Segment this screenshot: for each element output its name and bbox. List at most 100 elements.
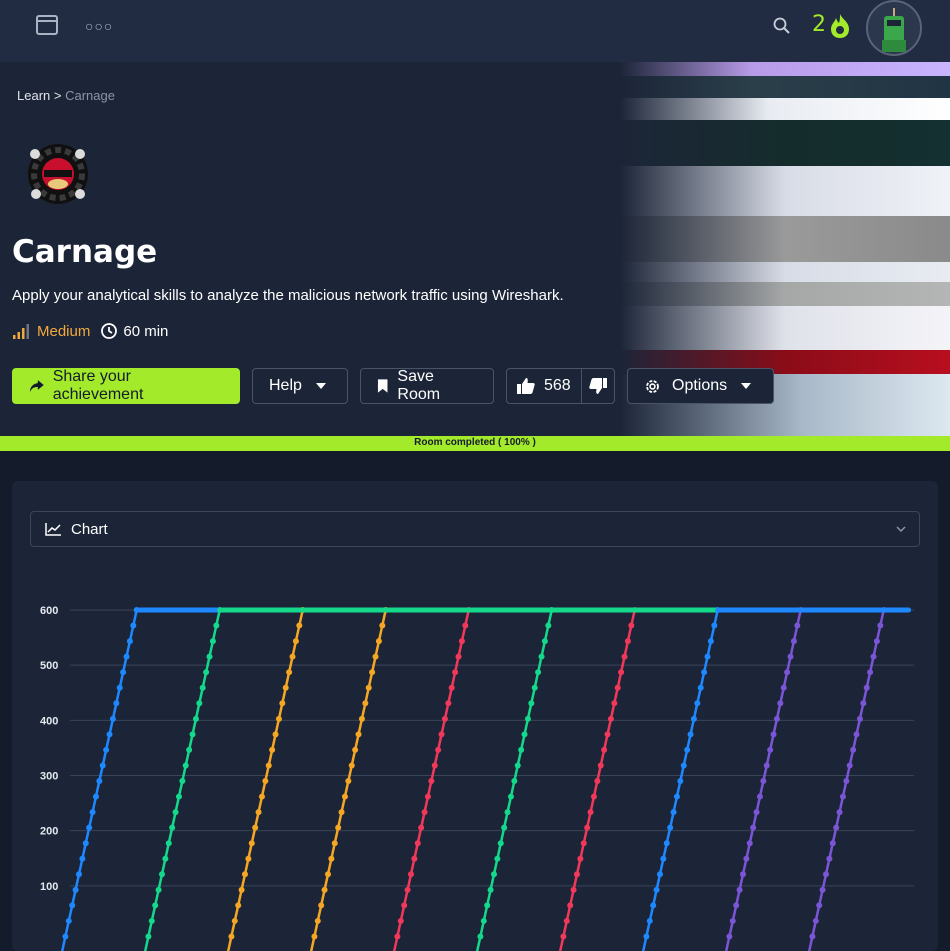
- data-point: [577, 855, 584, 862]
- breadcrumb-learn[interactable]: Learn: [17, 88, 50, 103]
- data-point: [394, 933, 401, 940]
- data-point: [252, 824, 259, 831]
- data-point: [677, 778, 684, 785]
- chevron-down-icon: [896, 526, 906, 533]
- data-point: [594, 778, 601, 785]
- data-point: [372, 653, 379, 660]
- upvote-button[interactable]: 568: [507, 369, 582, 403]
- data-point: [624, 638, 631, 645]
- data-point: [123, 653, 130, 660]
- options-button[interactable]: Options: [627, 368, 774, 404]
- data-point: [445, 700, 452, 707]
- data-point: [541, 638, 548, 645]
- data-point: [587, 809, 594, 816]
- data-point: [646, 917, 653, 924]
- room-logo-icon: [28, 144, 88, 204]
- data-point: [573, 871, 580, 878]
- data-point: [275, 715, 282, 722]
- duration-label: 60 min: [123, 322, 169, 340]
- data-point: [743, 855, 750, 862]
- data-point: [116, 684, 123, 691]
- line-chart: 100 200 300 400 500 600: [40, 605, 914, 951]
- data-point: [172, 809, 179, 816]
- streak-count[interactable]: 2: [812, 12, 826, 37]
- data-point: [833, 824, 840, 831]
- data-point: [601, 746, 608, 753]
- data-point: [272, 731, 279, 738]
- data-point: [819, 886, 826, 893]
- caret-down-icon: [741, 383, 752, 389]
- data-point: [733, 902, 740, 909]
- data-point: [358, 715, 365, 722]
- data-point: [355, 731, 362, 738]
- data-point: [590, 793, 597, 800]
- data-point: [770, 731, 777, 738]
- help-button[interactable]: Help: [252, 368, 348, 404]
- data-point: [684, 746, 691, 753]
- data-point: [497, 840, 504, 847]
- avatar[interactable]: [866, 0, 922, 56]
- data-point: [414, 840, 421, 847]
- data-point: [338, 809, 345, 816]
- window-icon[interactable]: [36, 15, 58, 35]
- data-point: [753, 809, 760, 816]
- data-point: [455, 653, 462, 660]
- data-point: [365, 684, 372, 691]
- data-point: [206, 653, 213, 660]
- data-point: [584, 824, 591, 831]
- data-point: [531, 684, 538, 691]
- data-point: [839, 793, 846, 800]
- data-point: [653, 886, 660, 893]
- thumbs-up-icon: [517, 378, 535, 394]
- data-point: [711, 622, 718, 629]
- data-point: [262, 778, 269, 785]
- data-point: [186, 746, 193, 753]
- save-room-button[interactable]: Save Room: [360, 368, 494, 404]
- data-point: [203, 669, 210, 676]
- data-point: [228, 933, 235, 940]
- data-point: [113, 700, 120, 707]
- clock-icon: [101, 323, 118, 339]
- downvote-button[interactable]: [582, 369, 614, 403]
- data-point: [331, 840, 338, 847]
- room-progress-bar: Room completed ( 100% ): [0, 436, 950, 451]
- data-point: [62, 933, 69, 940]
- chart-select[interactable]: Chart: [30, 511, 920, 547]
- breadcrumb-current: Carnage: [65, 88, 115, 103]
- data-point: [777, 700, 784, 707]
- data-point: [82, 840, 89, 847]
- data-point: [401, 902, 408, 909]
- breadcrumb: Learn > Carnage: [17, 88, 115, 103]
- data-point: [99, 762, 106, 769]
- data-point: [877, 622, 884, 629]
- data-point: [650, 902, 657, 909]
- data-point: [494, 855, 501, 862]
- data-point: [545, 622, 552, 629]
- data-point: [69, 902, 76, 909]
- data-point: [809, 933, 816, 940]
- data-point: [162, 855, 169, 862]
- search-icon[interactable]: [772, 16, 792, 36]
- data-point: [750, 824, 757, 831]
- data-point: [258, 793, 265, 800]
- options-label: Options: [672, 377, 728, 394]
- data-point: [96, 778, 103, 785]
- room-description: Apply your analytical skills to analyze …: [12, 287, 564, 304]
- data-point: [179, 778, 186, 785]
- data-point: [518, 746, 525, 753]
- data-point: [109, 715, 116, 722]
- data-point: [528, 700, 535, 707]
- data-point: [130, 622, 137, 629]
- data-point: [120, 669, 127, 676]
- share-achievement-button[interactable]: Share your achievement: [12, 368, 240, 404]
- more-icon[interactable]: ○○○: [85, 18, 113, 34]
- data-point: [729, 917, 736, 924]
- data-point: [462, 622, 469, 629]
- data-point: [853, 731, 860, 738]
- data-point: [487, 886, 494, 893]
- y-tick-label: 600: [40, 605, 58, 617]
- data-point: [687, 731, 694, 738]
- data-point: [707, 638, 714, 645]
- data-point: [199, 684, 206, 691]
- data-point: [235, 902, 242, 909]
